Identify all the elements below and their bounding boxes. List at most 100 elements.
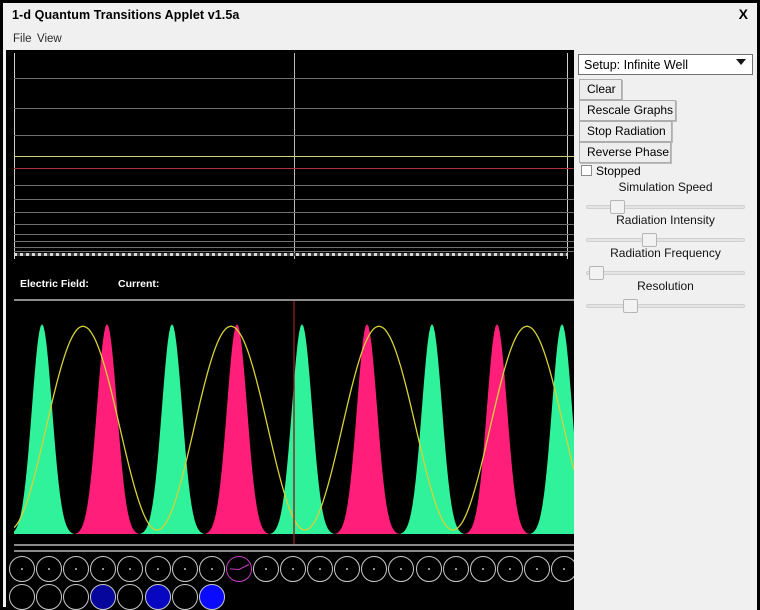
- state-phasor[interactable]: [199, 556, 225, 582]
- state-amplitude-circle[interactable]: [117, 584, 143, 610]
- state-phasor[interactable]: [551, 556, 574, 582]
- state-phasor[interactable]: [334, 556, 360, 582]
- wavefunction-lobe: [14, 324, 75, 534]
- phasor-center-dot: [129, 568, 131, 570]
- state-amplitude-circle[interactable]: [36, 584, 62, 610]
- energy-level-line[interactable]: [14, 78, 574, 79]
- wavefunction-lobe: [139, 324, 205, 534]
- electric-field-label: Electric Field:: [20, 278, 89, 290]
- state-phasor[interactable]: [388, 556, 414, 582]
- slider-track: [586, 238, 745, 242]
- energy-level-line[interactable]: [14, 241, 574, 242]
- slider-thumb[interactable]: [642, 233, 657, 247]
- state-phasor[interactable]: [9, 556, 35, 582]
- state-indicator-rows[interactable]: [6, 553, 574, 610]
- application-window: 1-d Quantum Transitions Applet v1.5a X F…: [0, 0, 760, 610]
- state-phasor[interactable]: [117, 556, 143, 582]
- state-phasor[interactable]: [443, 556, 469, 582]
- energy-level-graph[interactable]: [6, 50, 574, 262]
- simulation-speed-slider[interactable]: [586, 200, 745, 214]
- phasor-center-dot: [48, 568, 50, 570]
- energy-level-line[interactable]: [14, 185, 574, 186]
- chevron-down-icon: [736, 59, 746, 65]
- state-phasor[interactable]: [90, 556, 116, 582]
- state-phasor[interactable]: [63, 556, 89, 582]
- reverse-phase-button[interactable]: Reverse Phase: [579, 142, 671, 163]
- phasor-center-dot: [184, 568, 186, 570]
- stopped-checkbox-row[interactable]: Stopped: [581, 164, 641, 178]
- wavefunction-lobe: [269, 324, 335, 534]
- setup-select-value: Setup: Infinite Well: [584, 58, 688, 72]
- state-amplitude-circle[interactable]: [172, 584, 198, 610]
- state-phasor[interactable]: [361, 556, 387, 582]
- radiation-frequency-slider[interactable]: [586, 266, 745, 280]
- energy-level-line[interactable]: [14, 168, 574, 169]
- state-amplitude-circle[interactable]: [199, 584, 225, 610]
- radiation-intensity-label: Radiation Intensity: [574, 213, 757, 227]
- state-phasor[interactable]: [172, 556, 198, 582]
- slider-thumb[interactable]: [610, 200, 625, 214]
- energy-level-line[interactable]: [14, 212, 574, 213]
- phasor-center-dot: [373, 568, 375, 570]
- state-phasor[interactable]: [470, 556, 496, 582]
- phasor-center-dot: [265, 568, 267, 570]
- menu-view[interactable]: View: [34, 32, 65, 46]
- phasor-center-dot: [75, 568, 77, 570]
- radiation-intensity-slider[interactable]: [586, 233, 745, 247]
- state-phasor[interactable]: [524, 556, 550, 582]
- state-amplitude-circle[interactable]: [90, 584, 116, 610]
- energy-level-line[interactable]: [14, 156, 574, 157]
- resolution-slider[interactable]: [586, 299, 745, 313]
- close-button[interactable]: X: [739, 6, 748, 22]
- clear-button[interactable]: Clear: [579, 79, 622, 100]
- stopped-label: Stopped: [596, 164, 641, 178]
- state-amplitude-circle[interactable]: [63, 584, 89, 610]
- divider-bottom-b: [14, 550, 574, 552]
- state-phasor[interactable]: [253, 556, 279, 582]
- state-phasor-selected[interactable]: [226, 556, 252, 582]
- phasor-center-dot: [292, 568, 294, 570]
- energy-graph-baseline: [14, 253, 568, 256]
- phasor-center-dot: [563, 568, 565, 570]
- energy-level-line[interactable]: [14, 199, 574, 200]
- wavefunction-lobe: [529, 324, 574, 534]
- rescale-graphs-button[interactable]: Rescale Graphs: [579, 100, 676, 121]
- resolution-label: Resolution: [574, 279, 757, 293]
- state-phasor[interactable]: [307, 556, 333, 582]
- slider-thumb[interactable]: [589, 266, 604, 280]
- stopped-checkbox[interactable]: [581, 165, 592, 176]
- phasor-center-dot: [482, 568, 484, 570]
- readout-row: Electric Field: Current:: [6, 278, 574, 296]
- setup-select[interactable]: Setup: Infinite Well: [578, 54, 753, 75]
- menu-file[interactable]: File: [10, 32, 35, 46]
- simulation-canvas[interactable]: Electric Field: Current:: [6, 50, 574, 610]
- phasor-center-dot: [157, 568, 159, 570]
- state-phasor[interactable]: [36, 556, 62, 582]
- energy-level-line[interactable]: [14, 108, 574, 109]
- state-phasor[interactable]: [497, 556, 523, 582]
- energy-level-line[interactable]: [14, 251, 574, 252]
- phasor-center-dot: [102, 568, 104, 570]
- energy-level-line[interactable]: [14, 234, 574, 235]
- wavefunction-lobe: [204, 324, 270, 534]
- stop-radiation-button[interactable]: Stop Radiation: [579, 121, 672, 142]
- state-phasor[interactable]: [280, 556, 306, 582]
- phasor-center-dot: [400, 568, 402, 570]
- energy-level-line[interactable]: [14, 247, 574, 248]
- current-label: Current:: [118, 278, 159, 290]
- phasor-center-dot: [428, 568, 430, 570]
- simulation-speed-label: Simulation Speed: [574, 180, 757, 194]
- wavefunction-lobe: [399, 324, 465, 534]
- energy-level-line[interactable]: [14, 135, 574, 136]
- energy-level-line[interactable]: [14, 224, 574, 225]
- wavefunction-graph[interactable]: [14, 301, 574, 544]
- slider-thumb[interactable]: [623, 299, 638, 313]
- menu-bar: File View: [3, 28, 757, 50]
- phasor-center-dot: [21, 568, 23, 570]
- state-phasor[interactable]: [416, 556, 442, 582]
- divider-bottom-a: [14, 544, 574, 546]
- wavefunction-lobe: [334, 324, 400, 534]
- state-amplitude-circle[interactable]: [9, 584, 35, 610]
- state-amplitude-circle[interactable]: [145, 584, 171, 610]
- state-phasor[interactable]: [145, 556, 171, 582]
